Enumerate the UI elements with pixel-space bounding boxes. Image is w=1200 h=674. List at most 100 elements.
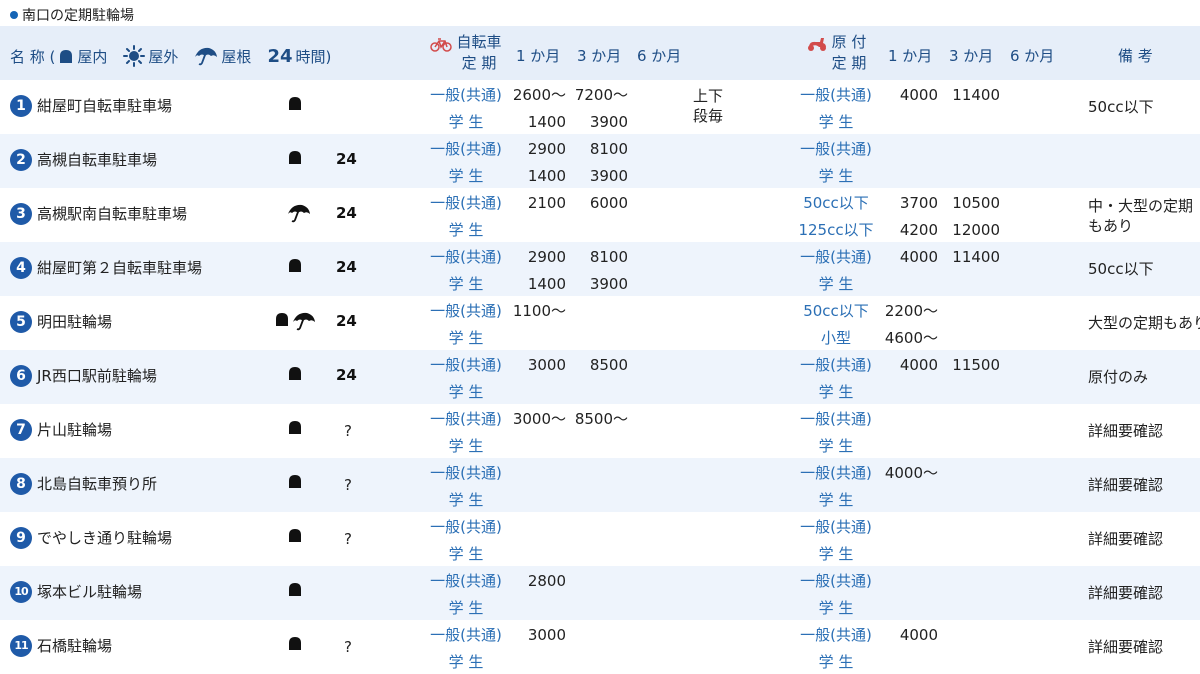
facility-type-icons bbox=[287, 95, 303, 111]
facility-type-icons bbox=[287, 527, 303, 543]
table-row: 3 高槻駅南自転車駐車場 24 一般(共通) 2100 6000 学 生 50cc以下 3700… bbox=[0, 188, 1200, 242]
bicycle-1month-price: 2900 bbox=[527, 140, 566, 158]
moped-1month-price: 4000 bbox=[899, 86, 938, 104]
moped-type-1: 一般(共通) bbox=[800, 464, 872, 482]
bicycle-1month-price: 1100〜 bbox=[512, 302, 566, 320]
bicycle-student-1month-price: 1400 bbox=[527, 275, 566, 293]
bicycle-type-general: 一般(共通) bbox=[430, 410, 502, 428]
bicycle-1month-price: 2900 bbox=[527, 248, 566, 266]
number-badge: 7 bbox=[10, 419, 32, 441]
indoor-icon bbox=[287, 419, 303, 435]
bicycle-student-3month-price: 3900 bbox=[589, 167, 628, 185]
remarks: 50cc以下 bbox=[1088, 98, 1154, 116]
facility-name-text: でやしき通り駐輪場 bbox=[37, 529, 173, 547]
bicycle-type-student: 学 生 bbox=[448, 329, 484, 347]
bicycle-type-general: 一般(共通) bbox=[430, 86, 502, 104]
remarks: 詳細要確認 bbox=[1088, 638, 1164, 656]
facility-type-icons bbox=[287, 149, 303, 165]
roof-label: 屋根 bbox=[221, 47, 252, 66]
facility-name-text: 北島自転車預り所 bbox=[37, 475, 158, 493]
facility-name: 2 高槻自転車駐車場 bbox=[10, 149, 157, 171]
bicycle-1month-price: 2600〜 bbox=[512, 86, 566, 104]
number-badge: 8 bbox=[10, 473, 32, 495]
outdoor-label: 屋外 bbox=[148, 47, 179, 66]
bicycle-type-general: 一般(共通) bbox=[430, 140, 502, 158]
facility-name: 10 塚本ビル駐輪場 bbox=[10, 581, 142, 603]
moped-type-1: 一般(共通) bbox=[800, 572, 872, 590]
bullet-icon bbox=[10, 11, 18, 19]
remarks: 詳細要確認 bbox=[1088, 530, 1164, 548]
moped-1month-price: 2200〜 bbox=[884, 302, 938, 320]
number-badge: 3 bbox=[10, 203, 32, 225]
sun-icon bbox=[123, 45, 146, 67]
bicycle-3month-price: 8100 bbox=[589, 248, 628, 266]
remarks: 大型の定期もあり bbox=[1088, 314, 1200, 332]
facility-name-text: 石橋駐輪場 bbox=[37, 637, 113, 655]
number-badge: 6 bbox=[10, 365, 32, 387]
bicycle-type-student: 学 生 bbox=[448, 491, 484, 509]
facility-name: 11 石橋駐輪場 bbox=[10, 635, 112, 657]
moped-type2-1month-price: 4600〜 bbox=[884, 329, 938, 347]
header-24-label: 24 bbox=[267, 45, 293, 67]
moped-3month-price: 11400 bbox=[952, 86, 1000, 104]
bicycle-student-1month-price: 1400 bbox=[527, 113, 566, 131]
indoor-icon bbox=[287, 149, 303, 165]
bicycle-type-general: 一般(共通) bbox=[430, 626, 502, 644]
facility-name-text: 片山駐輪場 bbox=[37, 421, 113, 439]
hours-unknown-marker: ? bbox=[344, 638, 352, 656]
indoor-icon bbox=[60, 50, 73, 63]
roof-icon bbox=[292, 311, 316, 331]
moped-type-2: 学 生 bbox=[818, 167, 854, 185]
moped-type-1: 一般(共通) bbox=[800, 518, 872, 536]
bicycle-1month-price: 2100 bbox=[527, 194, 566, 212]
moped-type-1: 一般(共通) bbox=[800, 356, 872, 374]
facility-name-text: 高槻駅南自転車駐車場 bbox=[37, 205, 188, 223]
bicycle-student-3month-price: 3900 bbox=[589, 275, 628, 293]
hours-unknown-marker: ? bbox=[344, 530, 352, 548]
moped-3month-price: 11500 bbox=[952, 356, 1000, 374]
moped-1month-price: 3700 bbox=[899, 194, 938, 212]
roof-icon bbox=[287, 203, 311, 223]
number-badge: 4 bbox=[10, 257, 32, 279]
remarks: 50cc以下 bbox=[1088, 260, 1154, 278]
facility-type-icons bbox=[287, 419, 303, 435]
table-row: 11 石橋駐輪場? 一般(共通) 3000 学 生 一般(共通) 4000 学 生 詳細要確認 bbox=[0, 620, 1200, 674]
facility-type-icons bbox=[274, 311, 316, 331]
page-title: 南口の定期駐輪場 bbox=[10, 5, 134, 25]
facility-type-icons bbox=[287, 203, 311, 223]
bicycle-type-student: 学 生 bbox=[448, 221, 484, 239]
moped-type-2: 学 生 bbox=[818, 437, 854, 455]
remarks: 詳細要確認 bbox=[1088, 476, 1164, 494]
bicycle-extra-note: 上下段毎 bbox=[693, 87, 724, 125]
moped-1month-price: 4000 bbox=[899, 356, 938, 374]
facility-type-icons bbox=[287, 257, 303, 273]
table-header: 名 称 ( 屋内 屋外 屋根 24 時間) 自転車 定 期 1 か月 3 か月 … bbox=[0, 26, 1200, 80]
scooter-icon bbox=[806, 36, 828, 52]
facility-type-icons bbox=[287, 581, 303, 597]
header-name-label: 名 称 ( bbox=[10, 47, 56, 66]
indoor-icon bbox=[274, 311, 290, 331]
header-moped-6month: 6 か月 bbox=[1010, 47, 1055, 65]
header-bicycle-line1: 自転車 bbox=[456, 33, 502, 51]
bicycle-type-general: 一般(共通) bbox=[430, 464, 502, 482]
bicycle-type-general: 一般(共通) bbox=[430, 518, 502, 536]
remarks: 詳細要確認 bbox=[1088, 584, 1164, 602]
header-bicycle-3month: 3 か月 bbox=[577, 47, 622, 65]
header-bicycle-1month: 1 か月 bbox=[516, 47, 561, 65]
bicycle-type-student: 学 生 bbox=[448, 167, 484, 185]
number-badge: 2 bbox=[10, 149, 32, 171]
moped-1month-price: 4000 bbox=[899, 248, 938, 266]
number-badge: 10 bbox=[10, 581, 32, 603]
table-row: 4 紺屋町第２自転車駐車場 24 一般(共通) 2900 8100 学 生 1400 3900 一… bbox=[0, 242, 1200, 296]
bicycle-icon bbox=[430, 38, 452, 52]
bicycle-1month-price: 2800 bbox=[527, 572, 566, 590]
bicycle-type-student: 学 生 bbox=[448, 383, 484, 401]
bicycle-type-student: 学 生 bbox=[448, 599, 484, 617]
bicycle-1month-price: 3000 bbox=[527, 356, 566, 374]
header-moped-line1: 原 付 bbox=[831, 33, 867, 51]
facility-name: 5 明田駐輪場 bbox=[10, 311, 112, 333]
bicycle-type-student: 学 生 bbox=[448, 437, 484, 455]
header-moped-3month: 3 か月 bbox=[949, 47, 994, 65]
bicycle-type-student: 学 生 bbox=[448, 113, 484, 131]
moped-type2-1month-price: 4200 bbox=[899, 221, 938, 239]
